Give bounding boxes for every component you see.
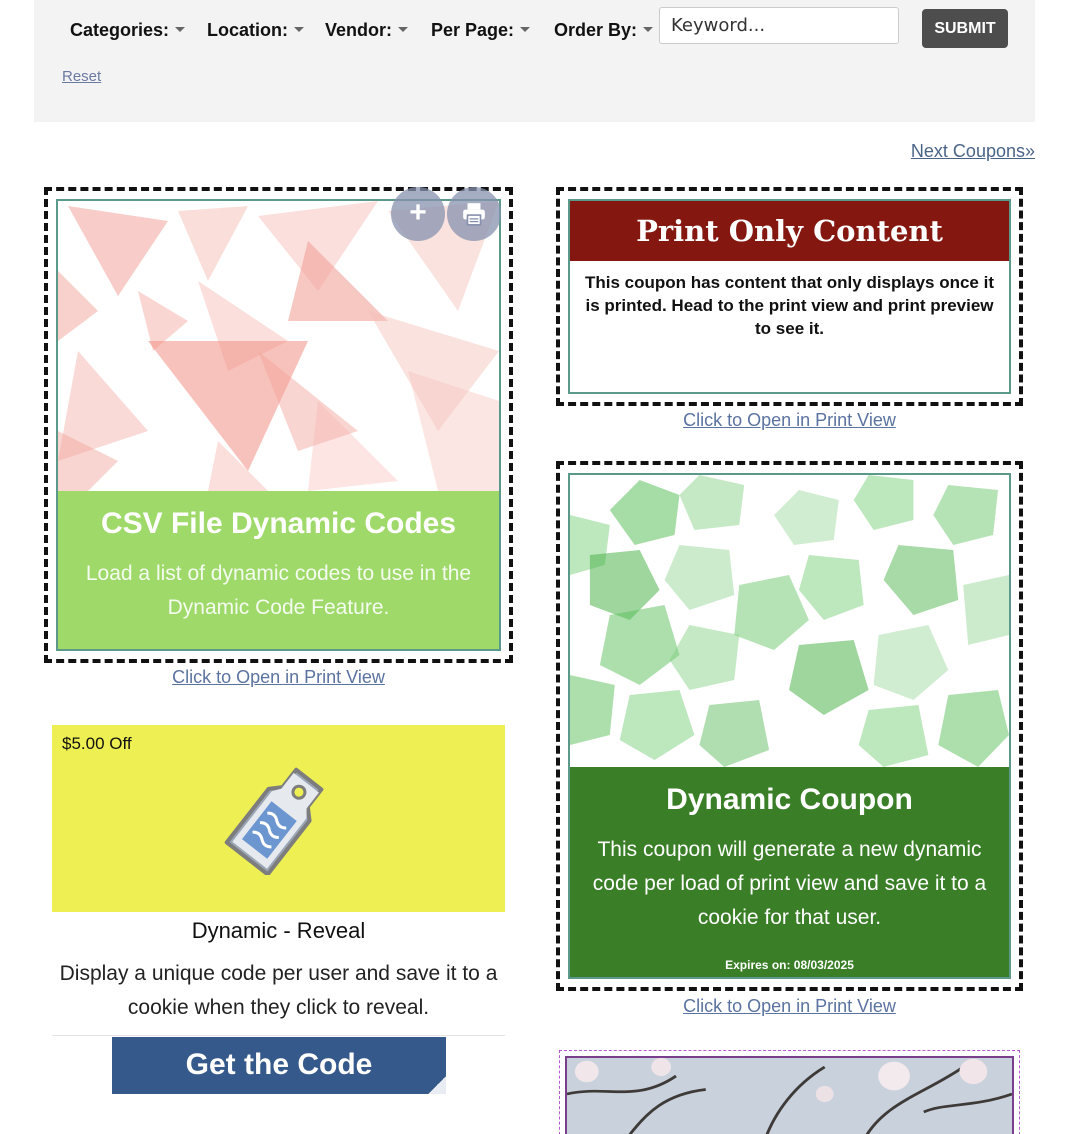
coupon-description: This coupon will generate a new dynamic …	[592, 838, 987, 929]
submit-button[interactable]: SUBMIT	[922, 9, 1008, 48]
order-by-label: Order By:	[554, 20, 638, 40]
csv-coupon-card[interactable]: CSV File Dynamic Codes Load a list of dy…	[44, 187, 513, 663]
photo-coupon-inner	[565, 1056, 1014, 1134]
categories-label: Categories:	[70, 20, 170, 40]
coupon-title: Dynamic - Reveal	[191, 918, 366, 943]
coupon-title: Print Only Content	[570, 201, 1009, 261]
get-the-code-label: Get the Code	[185, 1048, 373, 1081]
price-label: $5.00 Off	[62, 734, 132, 753]
price-tag-icon	[224, 767, 324, 875]
coupon-description: This coupon has content that only displa…	[585, 273, 994, 338]
printer-glyph	[463, 203, 485, 226]
categories-dropdown[interactable]: Categories:	[70, 20, 186, 41]
page-curl-icon	[428, 1076, 446, 1094]
dynamic-coupon-panel: Dynamic Coupon This coupon will generate…	[570, 767, 1009, 977]
reset-link[interactable]: Reset	[62, 68, 101, 85]
per-page-dropdown[interactable]: Per Page:	[431, 20, 531, 41]
cherry-blossom-image	[567, 1058, 1012, 1134]
triangles-background-image	[58, 201, 499, 491]
vendor-label: Vendor:	[325, 20, 393, 40]
caret-down-icon	[175, 26, 186, 32]
csv-coupon-inner: CSV File Dynamic Codes Load a list of dy…	[56, 199, 501, 651]
pentagons-background-image	[570, 475, 1009, 767]
photo-coupon-card[interactable]	[559, 1050, 1020, 1134]
caret-down-icon	[520, 26, 531, 32]
coupon-title: Dynamic Coupon	[666, 783, 913, 816]
plus-icon[interactable]: +	[391, 187, 445, 241]
print-only-print-view-link[interactable]: Click to Open in Print View	[556, 410, 1023, 431]
dynamic-coupon-inner: Dynamic Coupon This coupon will generate…	[568, 473, 1011, 979]
coupon-description: Display a unique code per user and save …	[59, 962, 498, 1019]
per-page-label: Per Page:	[431, 20, 515, 40]
divider	[52, 1035, 505, 1036]
coupon-title: CSV File Dynamic Codes	[100, 507, 457, 540]
dynamic-print-view-link[interactable]: Click to Open in Print View	[556, 996, 1023, 1017]
location-dropdown[interactable]: Location:	[207, 20, 304, 41]
expiration-date: Expires on: 08/03/2025	[725, 958, 854, 972]
reveal-coupon-image: $5.00 Off	[52, 725, 505, 912]
caret-down-icon	[294, 26, 304, 32]
filter-bar: Categories: Location: Vendor: Per Page: …	[34, 0, 1035, 122]
location-label: Location:	[207, 20, 288, 40]
caret-down-icon	[398, 26, 409, 32]
print-only-inner: Print Only Content This coupon has conte…	[568, 199, 1011, 394]
get-the-code-button[interactable]: Get the Code	[112, 1037, 446, 1094]
csv-coupon-panel: CSV File Dynamic Codes Load a list of dy…	[58, 491, 499, 649]
coupon-description: Load a list of dynamic codes to use in t…	[85, 562, 472, 619]
print-only-coupon-card[interactable]: Print Only Content This coupon has conte…	[556, 187, 1023, 406]
dynamic-coupon-card[interactable]: Dynamic Coupon This coupon will generate…	[556, 461, 1023, 991]
printer-icon[interactable]	[447, 187, 501, 241]
next-coupons-link[interactable]: Next Coupons»	[910, 141, 1035, 162]
csv-print-view-link[interactable]: Click to Open in Print View	[44, 667, 513, 688]
vendor-dropdown[interactable]: Vendor:	[325, 20, 409, 41]
keyword-input[interactable]	[659, 7, 899, 44]
order-by-dropdown[interactable]: Order By:	[554, 20, 654, 41]
caret-down-icon	[643, 26, 654, 32]
